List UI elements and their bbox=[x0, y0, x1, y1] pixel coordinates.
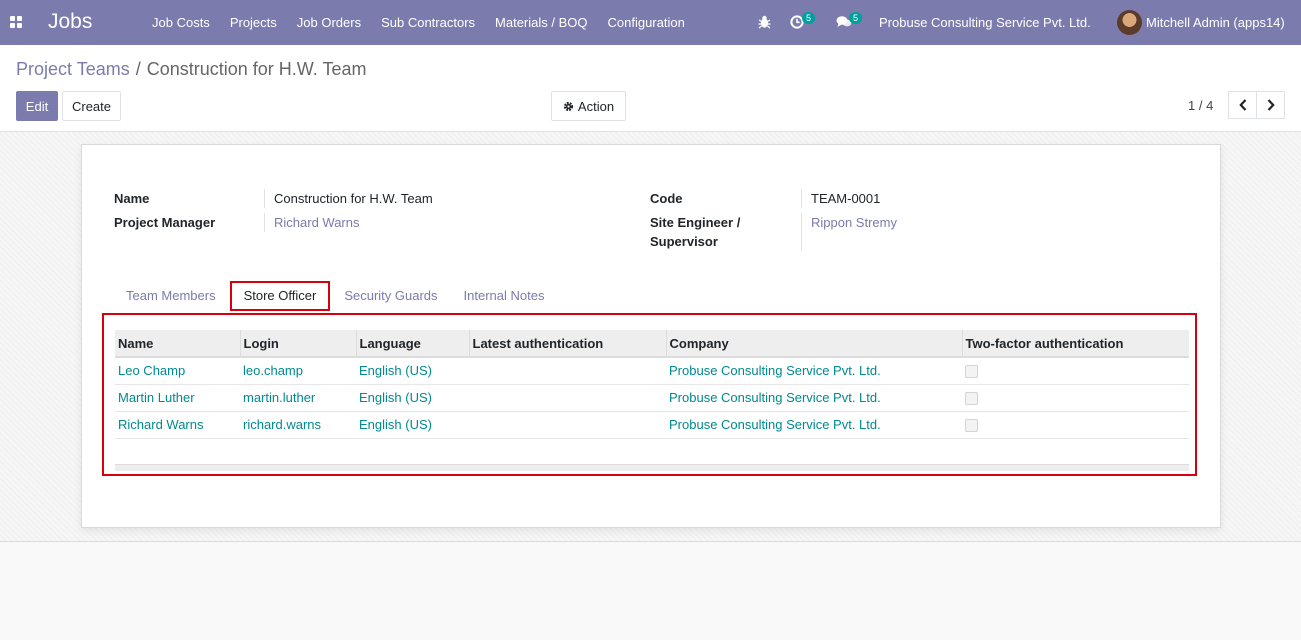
pager-previous-button[interactable] bbox=[1228, 91, 1257, 119]
cell-latest-authentication[interactable] bbox=[469, 357, 666, 385]
cell-two-factor[interactable] bbox=[962, 384, 1189, 412]
site-engineer-field[interactable]: Rippon Stremy bbox=[801, 213, 897, 251]
store-officer-panel: Name Login Language Latest authenticatio… bbox=[102, 313, 1197, 476]
two-factor-checkbox[interactable] bbox=[965, 419, 978, 433]
control-panel: Project Teams / Construction for H.W. Team… bbox=[0, 45, 1301, 132]
column-header-latest-authentication[interactable]: Latest authentication bbox=[468, 330, 666, 358]
table-empty-row bbox=[115, 438, 1189, 464]
column-header-language[interactable]: Language bbox=[355, 330, 469, 358]
breadcrumb-parent[interactable]: Project Teams bbox=[16, 59, 130, 79]
page-title: Construction for H.W. Team bbox=[146, 59, 367, 79]
notebook-tabs: Team Members Store Officer Security Guar… bbox=[114, 281, 558, 311]
menu-item-sub-contractors[interactable]: Sub Contractors bbox=[371, 0, 485, 45]
cell-language[interactable]: English (US) bbox=[356, 411, 469, 439]
two-factor-checkbox[interactable] bbox=[965, 365, 978, 379]
cell-two-factor[interactable] bbox=[962, 411, 1189, 439]
cell-login[interactable]: martin.luther bbox=[240, 384, 356, 412]
cell-name[interactable]: Richard Warns bbox=[115, 411, 240, 439]
site-engineer-label: Site Engineer / Supervisor bbox=[650, 213, 740, 251]
action-button-label: Action bbox=[577, 98, 615, 114]
top-navbar: Jobs Job Costs Projects Job Orders Sub C… bbox=[0, 0, 1301, 45]
cell-latest-authentication[interactable] bbox=[469, 411, 666, 439]
user-menu[interactable]: Mitchell Admin (apps14) bbox=[1146, 15, 1285, 30]
apps-icon[interactable] bbox=[10, 16, 22, 28]
app-brand[interactable]: Jobs bbox=[48, 10, 92, 34]
site-engineer-label-line1: Site Engineer / bbox=[650, 215, 741, 230]
cell-language[interactable]: English (US) bbox=[356, 384, 469, 412]
menu-item-job-costs[interactable]: Job Costs bbox=[142, 0, 220, 45]
column-header-two-factor[interactable]: Two-factor authentication bbox=[961, 330, 1189, 358]
action-button[interactable]: Action bbox=[551, 91, 626, 121]
store-officer-table: Name Login Language Latest authenticatio… bbox=[115, 330, 1189, 471]
name-field: Construction for H.W. Team bbox=[264, 189, 433, 208]
create-button[interactable]: Create bbox=[62, 91, 121, 121]
company-switcher[interactable]: Probuse Consulting Service Pvt. Ltd. bbox=[879, 15, 1091, 30]
table-row[interactable]: Leo Champ leo.champ English (US) Probuse… bbox=[115, 357, 1189, 385]
menu-item-projects[interactable]: Projects bbox=[220, 0, 287, 45]
cell-name[interactable]: Martin Luther bbox=[115, 384, 240, 412]
cell-company[interactable]: Probuse Consulting Service Pvt. Ltd. bbox=[666, 411, 962, 439]
project-manager-label: Project Manager bbox=[114, 215, 216, 230]
cell-name[interactable]: Leo Champ bbox=[115, 357, 240, 385]
menu-item-configuration[interactable]: Configuration bbox=[598, 0, 695, 45]
table-footer bbox=[115, 463, 1189, 471]
tab-internal-notes[interactable]: Internal Notes bbox=[452, 281, 557, 311]
table-row[interactable]: Richard Warns richard.warns English (US)… bbox=[115, 411, 1189, 439]
gear-icon bbox=[563, 101, 574, 111]
cell-latest-authentication[interactable] bbox=[469, 384, 666, 412]
table-header-row: Name Login Language Latest authenticatio… bbox=[115, 330, 1189, 358]
pager-next-button[interactable] bbox=[1256, 91, 1285, 119]
edit-button[interactable]: Edit bbox=[16, 91, 58, 121]
code-label: Code bbox=[650, 191, 683, 206]
menu-item-materials-boq[interactable]: Materials / BOQ bbox=[485, 0, 597, 45]
cell-login[interactable]: leo.champ bbox=[240, 357, 356, 385]
main-menu: Job Costs Projects Job Orders Sub Contra… bbox=[142, 0, 695, 45]
cell-login[interactable]: richard.warns bbox=[240, 411, 356, 439]
breadcrumb: Project Teams / Construction for H.W. Team bbox=[16, 59, 366, 80]
form-sheet: Name Construction for H.W. Team Project … bbox=[81, 144, 1221, 528]
tab-team-members[interactable]: Team Members bbox=[114, 281, 228, 311]
column-header-company[interactable]: Company bbox=[665, 330, 962, 358]
activity-badge: 5 bbox=[802, 12, 816, 24]
menu-item-job-orders[interactable]: Job Orders bbox=[287, 0, 371, 45]
code-field: TEAM-0001 bbox=[801, 189, 880, 208]
column-header-name[interactable]: Name bbox=[115, 330, 240, 358]
name-label: Name bbox=[114, 191, 150, 206]
pager-value[interactable]: 1 / 4 bbox=[1188, 98, 1213, 113]
cell-company[interactable]: Probuse Consulting Service Pvt. Ltd. bbox=[666, 384, 962, 412]
chevron-right-icon bbox=[1267, 99, 1275, 111]
bug-icon[interactable] bbox=[758, 15, 771, 29]
table-row[interactable]: Martin Luther martin.luther English (US)… bbox=[115, 384, 1189, 412]
project-manager-field[interactable]: Richard Warns bbox=[264, 213, 359, 232]
chevron-left-icon bbox=[1238, 99, 1246, 111]
cell-two-factor[interactable] bbox=[962, 357, 1189, 385]
tab-store-officer[interactable]: Store Officer bbox=[229, 281, 331, 311]
cell-company[interactable]: Probuse Consulting Service Pvt. Ltd. bbox=[666, 357, 962, 385]
message-badge: 5 bbox=[849, 12, 863, 24]
breadcrumb-separator: / bbox=[135, 59, 141, 79]
site-engineer-label-line2: Supervisor bbox=[650, 234, 718, 249]
column-header-login[interactable]: Login bbox=[239, 330, 356, 358]
tab-security-guards[interactable]: Security Guards bbox=[332, 281, 449, 311]
two-factor-checkbox[interactable] bbox=[965, 392, 978, 406]
cell-language[interactable]: English (US) bbox=[356, 357, 469, 385]
avatar[interactable] bbox=[1117, 10, 1142, 35]
